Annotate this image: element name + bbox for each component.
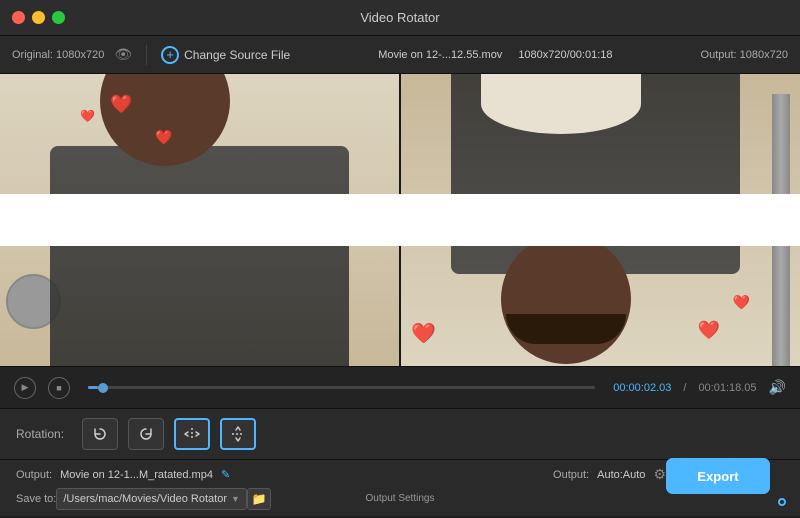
progress-fill <box>88 386 98 389</box>
video-area: ❤️ ❤️ ❤️ ❤️ ❤️ ❤️ <box>0 74 800 366</box>
progress-track[interactable] <box>88 386 595 389</box>
output-settings-label: Output: <box>553 469 589 481</box>
flip-horizontal-button[interactable] <box>174 418 210 450</box>
export-button[interactable]: Export <box>668 460 768 492</box>
toolbar-left: Original: 1080x720 👁 + Change Source Fil… <box>12 45 290 65</box>
title-bar: Video Rotator <box>0 0 800 36</box>
total-time: 00:01:18.05 <box>698 382 756 394</box>
export-button-wrapper: Export <box>778 498 786 506</box>
current-time: 00:00:02.03 <box>613 382 671 394</box>
edit-filename-icon[interactable]: ✎ <box>221 468 230 481</box>
rotate-ccw-button[interactable] <box>82 418 118 450</box>
browse-folder-button[interactable]: 📁 <box>247 488 271 510</box>
bottom-section: Output: Movie on 12-1...M_ratated.mp4 ✎ … <box>0 460 800 516</box>
eye-icon[interactable]: 👁 <box>114 46 132 63</box>
save-path-value: /Users/mac/Movies/Video Rotator <box>63 493 227 505</box>
play-button[interactable]: ▶ <box>14 377 36 399</box>
file-name: Movie on 12-...12.55.mov <box>378 49 502 61</box>
output-settings-value: Auto:Auto <box>597 469 645 481</box>
separator <box>146 45 147 65</box>
output-file-name: Movie on 12-1...M_ratated.mp4 <box>60 469 213 481</box>
original-resolution-label: Original: 1080x720 <box>12 49 104 61</box>
save-to-label: Save to: <box>16 493 56 505</box>
flip-vertical-button[interactable] <box>220 418 256 450</box>
toolbar: Original: 1080x720 👁 + Change Source Fil… <box>0 36 800 74</box>
output-resolution-label: Output: 1080x720 <box>701 49 788 61</box>
time-separator: / <box>683 382 686 394</box>
stop-button[interactable]: ■ <box>48 377 70 399</box>
progress-thumb[interactable] <box>98 383 108 393</box>
close-button[interactable] <box>12 11 25 24</box>
window-title: Video Rotator <box>360 10 439 25</box>
minimize-button[interactable] <box>32 11 45 24</box>
file-info: 1080x720/00:01:18 <box>518 49 612 61</box>
change-source-button[interactable]: + Change Source File <box>161 46 290 64</box>
rotation-bar: Rotation: <box>0 408 800 460</box>
traffic-lights <box>12 11 65 24</box>
maximize-button[interactable] <box>52 11 65 24</box>
volume-icon[interactable]: 🔊 <box>769 379 786 396</box>
save-path-dropdown[interactable]: /Users/mac/Movies/Video Rotator ▼ <box>56 488 247 510</box>
save-to-row: Save to: /Users/mac/Movies/Video Rotator… <box>16 488 784 510</box>
folder-icon: 📁 <box>251 492 266 506</box>
rotation-label: Rotation: <box>16 427 64 441</box>
censor-bar <box>0 194 800 246</box>
output-file-label: Output: <box>16 469 52 481</box>
toolbar-center: Movie on 12-...12.55.mov 1080x720/00:01:… <box>298 49 692 61</box>
plus-circle-icon: + <box>161 46 179 64</box>
output-settings-title-label: Output Settings <box>366 493 435 504</box>
settings-gear-icon[interactable]: ⚙ <box>653 466 666 483</box>
controls-bar: ▶ ■ 00:00:02.03 / 00:01:18.05 🔊 <box>0 366 800 408</box>
chevron-down-icon: ▼ <box>231 494 240 504</box>
change-source-label: Change Source File <box>184 48 290 62</box>
rotate-cw-button[interactable] <box>128 418 164 450</box>
